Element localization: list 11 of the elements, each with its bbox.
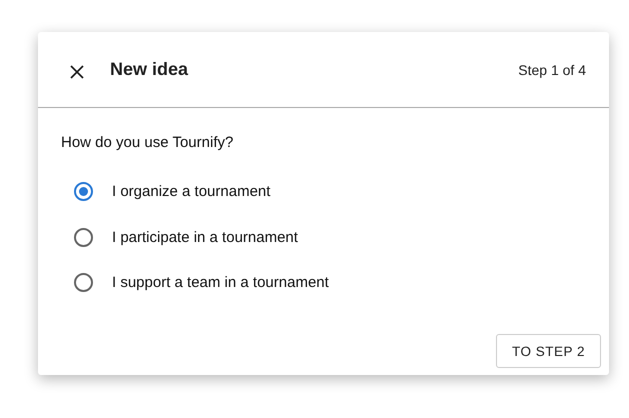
option-label[interactable]: I organize a tournament (112, 183, 270, 200)
question-text: How do you use Tournify? (61, 134, 234, 151)
radio-button[interactable] (74, 273, 93, 292)
radio-button[interactable] (74, 182, 93, 202)
option-label[interactable]: I participate in a tournament (112, 228, 298, 246)
close-icon[interactable] (70, 64, 84, 78)
dialog-title: New idea (110, 59, 188, 80)
next-step-button[interactable]: TO STEP 2 (496, 334, 601, 368)
option-label[interactable]: I support a team in a tournament (112, 274, 329, 292)
step-counter: Step 1 of 4 (518, 62, 586, 78)
radio-button[interactable] (74, 228, 93, 247)
